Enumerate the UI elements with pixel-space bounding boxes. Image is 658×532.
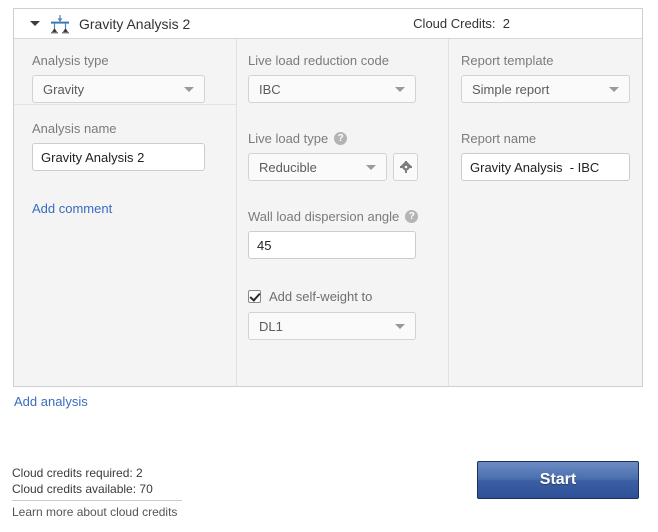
report-template-label: Report template <box>461 53 630 68</box>
analysis-setup-screen: Gravity Analysis 2 Cloud Credits: 2 Anal… <box>0 0 658 532</box>
live-load-type-value: Reducible <box>259 160 317 175</box>
analysis-name-label: Analysis name <box>32 121 218 136</box>
report-name-input[interactable]: Gravity Analysis - IBC <box>461 153 630 181</box>
cloud-credits-required: Cloud credits required: 2 <box>12 465 192 481</box>
analysis-name-input[interactable]: Gravity Analysis 2 <box>32 143 205 171</box>
live-load-type-label-text: Live load type <box>248 131 328 146</box>
start-button[interactable]: Start <box>477 461 639 499</box>
self-weight-field: Add self-weight to DL1 <box>248 289 438 340</box>
cloud-credits-header: Cloud Credits: 2 <box>413 16 632 31</box>
add-analysis-link[interactable]: Add analysis <box>14 394 88 409</box>
self-weight-load-case-select[interactable]: DL1 <box>248 312 416 340</box>
live-load-type-label: Live load type ? <box>248 131 438 146</box>
analysis-type-label: Analysis type <box>32 53 218 68</box>
report-name-field: Report name Gravity Analysis - IBC <box>461 131 630 181</box>
analysis-name-subpanel: Analysis name Gravity Analysis 2 Add com… <box>14 104 236 386</box>
collapse-triangle-icon[interactable] <box>28 17 42 31</box>
help-icon[interactable]: ? <box>405 210 418 223</box>
analysis-title: Gravity Analysis 2 <box>79 16 190 32</box>
report-template-value: Simple report <box>472 82 549 97</box>
live-load-reduction-code-field: Live load reduction code IBC <box>248 53 438 103</box>
wall-load-dispersion-angle-input[interactable]: 45 <box>248 231 416 259</box>
live-load-reduction-code-value: IBC <box>259 82 281 97</box>
self-weight-checkbox[interactable] <box>248 290 261 303</box>
live-load-type-row: Reducible <box>248 153 438 181</box>
wall-load-dispersion-angle-label-text: Wall load dispersion angle <box>248 209 399 224</box>
live-load-type-field: Live load type ? Reducible <box>248 131 438 181</box>
gear-icon[interactable] <box>393 153 418 181</box>
wall-load-dispersion-angle-field: Wall load dispersion angle ? 45 <box>248 209 438 259</box>
report-name-label: Report name <box>461 131 630 146</box>
analysis-column-left: Analysis type Gravity Analysis name Grav… <box>14 39 236 386</box>
wall-load-dispersion-angle-value: 45 <box>257 238 271 253</box>
cloud-credits-summary: Cloud credits required: 2 Cloud credits … <box>12 465 192 520</box>
analysis-type-value: Gravity <box>43 82 84 97</box>
analysis-type-field: Analysis type Gravity <box>32 53 218 103</box>
analysis-column-right: Report template Simple report Report nam… <box>448 39 642 386</box>
analysis-card: Gravity Analysis 2 Cloud Credits: 2 Anal… <box>13 8 643 387</box>
beam-structure-icon <box>48 13 72 35</box>
analysis-card-body: Analysis type Gravity Analysis name Grav… <box>14 39 642 386</box>
analysis-name-value: Gravity Analysis 2 <box>41 150 144 165</box>
self-weight-load-case-value: DL1 <box>259 319 283 334</box>
analysis-card-header: Gravity Analysis 2 Cloud Credits: 2 <box>14 9 642 39</box>
self-weight-checkbox-row[interactable]: Add self-weight to <box>248 289 438 304</box>
help-icon[interactable]: ? <box>334 132 347 145</box>
live-load-type-select[interactable]: Reducible <box>248 153 387 181</box>
live-load-reduction-code-label: Live load reduction code <box>248 53 438 68</box>
credits-divider <box>12 500 182 501</box>
learn-more-link[interactable]: Learn more about cloud credits <box>12 504 192 520</box>
analysis-type-select[interactable]: Gravity <box>32 75 205 103</box>
report-template-field: Report template Simple report <box>461 53 630 103</box>
report-template-select[interactable]: Simple report <box>461 75 630 103</box>
self-weight-label: Add self-weight to <box>269 289 372 304</box>
report-name-value: Gravity Analysis - IBC <box>470 160 599 175</box>
analysis-column-middle: Live load reduction code IBC Live load t… <box>236 39 448 386</box>
analysis-name-field: Analysis name Gravity Analysis 2 <box>32 121 218 171</box>
wall-load-dispersion-angle-label: Wall load dispersion angle ? <box>248 209 438 224</box>
add-comment-link[interactable]: Add comment <box>32 201 218 216</box>
live-load-reduction-code-select[interactable]: IBC <box>248 75 416 103</box>
cloud-credits-available: Cloud credits available: 70 <box>12 481 192 497</box>
